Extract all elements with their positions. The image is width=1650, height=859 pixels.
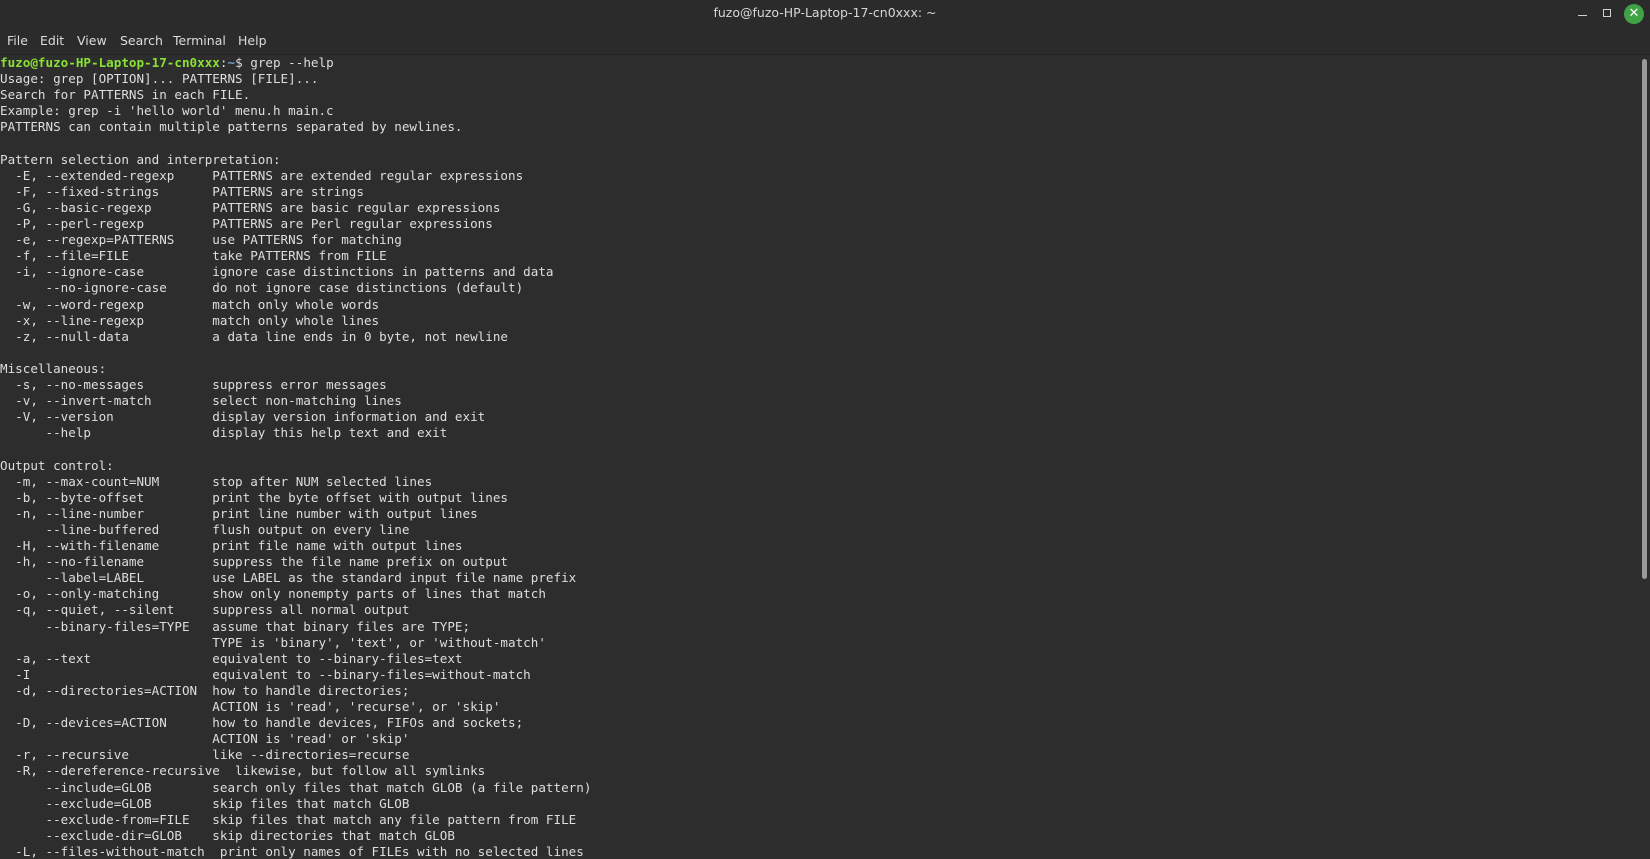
output-line: -G, --basic-regexp PATTERNS are basic re… (0, 199, 501, 215)
output-line: Usage: grep [OPTION]... PATTERNS [FILE].… (0, 71, 319, 87)
output-line: --include=GLOB search only files that ma… (0, 779, 592, 795)
output-line: TYPE is 'binary', 'text', or 'without-ma… (0, 634, 546, 650)
output-line: -D, --devices=ACTION how to handle devic… (0, 715, 524, 731)
prompt-symbol: $ (235, 55, 251, 70)
menu-view[interactable]: View (77, 28, 107, 54)
output-line: Search for PATTERNS in each FILE. (0, 87, 251, 103)
output-line: -L, --files-without-match print only nam… (0, 843, 584, 859)
output-line: Pattern selection and interpretation: (0, 151, 281, 167)
window-title: fuzo@fuzo-HP-Laptop-17-cn0xxx: ~ (713, 5, 937, 20)
scrollbar[interactable] (1640, 55, 1650, 859)
output-line: -P, --perl-regexp PATTERNS are Perl regu… (0, 216, 493, 231)
output-line: -r, --recursive like --directories=recur… (0, 747, 410, 763)
output-line: Example: grep -i 'hello world' menu.h ma… (0, 103, 334, 119)
output-line: -V, --version display version informatio… (0, 409, 486, 425)
prompt-user-host: fuzo@fuzo-HP-Laptop-17-cn0xxx (0, 55, 220, 70)
output-line: ACTION is 'read' or 'skip' (0, 731, 410, 747)
output-line: --exclude-from=FILE skip files that matc… (0, 811, 577, 827)
output-line: --label=LABEL use LABEL as the standard … (0, 570, 577, 586)
output-line: -s, --no-messages suppress error message… (0, 377, 387, 392)
output-line: --exclude=GLOB skip files that match GLO… (0, 795, 410, 811)
output-line: -m, --max-count=NUM stop after NUM selec… (0, 473, 433, 489)
output-line: -q, --quiet, --silent suppress all norma… (0, 602, 410, 618)
output-line: PATTERNS can contain multiple patterns s… (0, 119, 463, 135)
scroll-thumb[interactable] (1642, 59, 1647, 579)
maximize-icon[interactable] (1598, 5, 1616, 23)
prompt-command: grep --help (250, 55, 334, 70)
output-line: ACTION is 'read', 'recurse', or 'skip' (0, 699, 501, 714)
output-line: -a, --text equivalent to --binary-files=… (0, 650, 463, 666)
output-line: -F, --fixed-strings PATTERNS are strings (0, 183, 364, 199)
output-line: --exclude-dir=GLOB skip directories that… (0, 827, 455, 843)
close-icon[interactable]: ✕ (1624, 4, 1644, 24)
output-line: -f, --file=FILE take PATTERNS from FILE (0, 248, 387, 264)
output-line: -w, --word-regexp match only whole words (0, 296, 380, 312)
menu-file[interactable]: File (7, 28, 28, 54)
prompt-line: fuzo@fuzo-HP-Laptop-17-cn0xxx:~$ grep --… (0, 55, 334, 71)
output-line: -x, --line-regexp match only whole lines (0, 312, 380, 328)
output-line: Miscellaneous: (0, 360, 107, 376)
output-line: -h, --no-filename suppress the file name… (0, 554, 508, 570)
prompt-path: ~ (227, 55, 236, 70)
menu-terminal[interactable]: Terminal (173, 28, 226, 54)
output-line: -e, --regexp=PATTERNS use PATTERNS for m… (0, 232, 402, 248)
menu-search[interactable]: Search (120, 28, 163, 54)
output-line: --help display this help text and exit (0, 425, 448, 441)
output-line: -d, --directories=ACTION how to handle d… (0, 682, 410, 698)
menu-help[interactable]: Help (238, 28, 267, 54)
output-line: -n, --line-number print line number with… (0, 505, 478, 521)
terminal-window: fuzo@fuzo-HP-Laptop-17-cn0xxx: ~ ✕ File … (0, 0, 1650, 859)
title-bar[interactable]: fuzo@fuzo-HP-Laptop-17-cn0xxx: ~ ✕ (0, 0, 1650, 28)
output-line: -v, --invert-match select non-matching l… (0, 393, 402, 409)
output-line: Output control: (0, 457, 114, 473)
output-line: -R, --dereference-recursive likewise, bu… (0, 763, 486, 779)
output-line: --binary-files=TYPE assume that binary f… (0, 618, 471, 634)
terminal-output[interactable]: fuzo@fuzo-HP-Laptop-17-cn0xxx:~$ grep --… (0, 55, 1640, 859)
minimize-icon[interactable] (1573, 5, 1591, 23)
output-line: --no-ignore-case do not ignore case dist… (0, 280, 524, 296)
menu-bar: File Edit View Search Terminal Help (0, 28, 1650, 55)
output-line: -E, --extended-regexp PATTERNS are exten… (0, 167, 524, 183)
menu-edit[interactable]: Edit (40, 28, 64, 54)
output-line: -I equivalent to --binary-files=without-… (0, 666, 531, 682)
output-line: -b, --byte-offset print the byte offset … (0, 489, 508, 505)
output-line: -z, --null-data a data line ends in 0 by… (0, 328, 508, 344)
output-line: -i, --ignore-case ignore case distinctio… (0, 264, 554, 280)
output-line: -o, --only-matching show only nonempty p… (0, 586, 546, 602)
output-line: -H, --with-filename print file name with… (0, 538, 463, 553)
output-line: --line-buffered flush output on every li… (0, 521, 410, 537)
